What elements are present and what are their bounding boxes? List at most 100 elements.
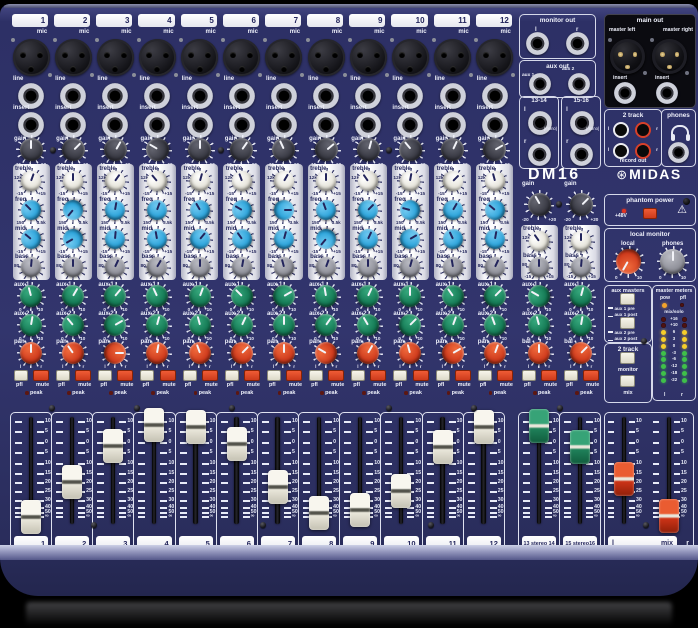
aux2-knob[interactable]: [231, 314, 253, 336]
balance-knob[interactable]: [528, 342, 550, 364]
aux1-knob[interactable]: [528, 285, 550, 307]
treble-knob[interactable]: [485, 171, 505, 191]
aux2-knob[interactable]: [570, 314, 592, 336]
treble-knob[interactable]: [443, 171, 463, 191]
pan-knob[interactable]: [315, 342, 337, 364]
pan-knob[interactable]: [273, 342, 295, 364]
mid-freq-knob[interactable]: [316, 200, 336, 220]
bass-knob[interactable]: [147, 257, 167, 277]
mid-freq-knob[interactable]: [358, 200, 378, 220]
mute-button[interactable]: [497, 370, 513, 381]
aux1-knob[interactable]: [104, 285, 126, 307]
stereo-fader[interactable]: [529, 409, 549, 443]
mid-freq-knob[interactable]: [232, 200, 252, 220]
treble-knob[interactable]: [316, 171, 336, 191]
mid-knob[interactable]: [400, 229, 420, 249]
aux1-knob[interactable]: [484, 285, 506, 307]
channel-fader[interactable]: [350, 493, 370, 527]
pfl-button[interactable]: [478, 370, 492, 381]
mid-freq-knob[interactable]: [443, 200, 463, 220]
mute-button[interactable]: [117, 370, 133, 381]
channel-fader[interactable]: [186, 410, 206, 444]
treble-knob[interactable]: [358, 171, 378, 191]
aux1-knob[interactable]: [399, 285, 421, 307]
channel-fader[interactable]: [474, 410, 494, 444]
gain-knob[interactable]: [62, 138, 85, 161]
mid-freq-knob[interactable]: [274, 200, 294, 220]
mid-freq-knob[interactable]: [105, 200, 125, 220]
treble-knob[interactable]: [232, 171, 252, 191]
aux1-knob[interactable]: [357, 285, 379, 307]
mid-knob[interactable]: [485, 229, 505, 249]
pan-knob[interactable]: [20, 342, 42, 364]
bass-knob[interactable]: [485, 257, 505, 277]
mute-button[interactable]: [33, 370, 49, 381]
pan-knob[interactable]: [231, 342, 253, 364]
two-track-mix-button[interactable]: [620, 375, 635, 387]
aux1-knob[interactable]: [570, 285, 592, 307]
mix-left-fader[interactable]: [614, 462, 634, 496]
pfl-button[interactable]: [14, 370, 28, 381]
treble-knob[interactable]: [274, 171, 294, 191]
mid-knob[interactable]: [147, 229, 167, 249]
local-level-knob[interactable]: [616, 249, 641, 274]
mid-freq-knob[interactable]: [485, 200, 505, 220]
mid-knob[interactable]: [274, 229, 294, 249]
mute-button[interactable]: [583, 370, 599, 381]
mute-button[interactable]: [244, 370, 260, 381]
gain-knob[interactable]: [272, 138, 295, 161]
aux2-knob[interactable]: [20, 314, 42, 336]
aux1-knob[interactable]: [273, 285, 295, 307]
mid-freq-knob[interactable]: [147, 200, 167, 220]
mute-button[interactable]: [75, 370, 91, 381]
mute-button[interactable]: [413, 370, 429, 381]
pan-knob[interactable]: [484, 342, 506, 364]
pfl-button[interactable]: [140, 370, 154, 381]
mute-button[interactable]: [455, 370, 471, 381]
pan-knob[interactable]: [62, 342, 84, 364]
channel-fader[interactable]: [391, 474, 411, 508]
mute-button[interactable]: [286, 370, 302, 381]
gain-knob[interactable]: [146, 138, 169, 161]
treble-knob[interactable]: [190, 171, 210, 191]
aux2-knob[interactable]: [315, 314, 337, 336]
gain-knob[interactable]: [399, 138, 422, 161]
aux2-knob[interactable]: [528, 314, 550, 336]
bass-knob[interactable]: [274, 257, 294, 277]
mute-button[interactable]: [328, 370, 344, 381]
mid-knob[interactable]: [358, 229, 378, 249]
aux2-knob[interactable]: [484, 314, 506, 336]
mid-knob[interactable]: [316, 229, 336, 249]
gain-knob[interactable]: [570, 193, 593, 216]
aux2-knob[interactable]: [62, 314, 84, 336]
treble-knob[interactable]: [529, 231, 549, 251]
aux2-knob[interactable]: [357, 314, 379, 336]
pan-knob[interactable]: [357, 342, 379, 364]
pan-knob[interactable]: [442, 342, 464, 364]
mid-knob[interactable]: [232, 229, 252, 249]
channel-fader[interactable]: [103, 429, 123, 463]
bass-knob[interactable]: [443, 257, 463, 277]
mid-freq-knob[interactable]: [400, 200, 420, 220]
aux1-knob[interactable]: [189, 285, 211, 307]
gain-knob[interactable]: [188, 138, 211, 161]
pan-knob[interactable]: [189, 342, 211, 364]
mid-knob[interactable]: [443, 229, 463, 249]
aux2-knob[interactable]: [146, 314, 168, 336]
treble-knob[interactable]: [571, 231, 591, 251]
aux1-knob[interactable]: [62, 285, 84, 307]
treble-knob[interactable]: [63, 171, 83, 191]
mute-button[interactable]: [160, 370, 176, 381]
phones-level-knob[interactable]: [660, 249, 685, 274]
bass-knob[interactable]: [21, 257, 41, 277]
mid-knob[interactable]: [21, 229, 41, 249]
gain-knob[interactable]: [528, 193, 551, 216]
aux1-pre-post-button[interactable]: [620, 293, 635, 305]
mix-right-fader[interactable]: [659, 499, 679, 533]
channel-fader[interactable]: [227, 427, 247, 461]
gain-knob[interactable]: [315, 138, 338, 161]
treble-knob[interactable]: [21, 171, 41, 191]
channel-fader[interactable]: [309, 496, 329, 530]
aux2-knob[interactable]: [442, 314, 464, 336]
aux2-knob[interactable]: [104, 314, 126, 336]
